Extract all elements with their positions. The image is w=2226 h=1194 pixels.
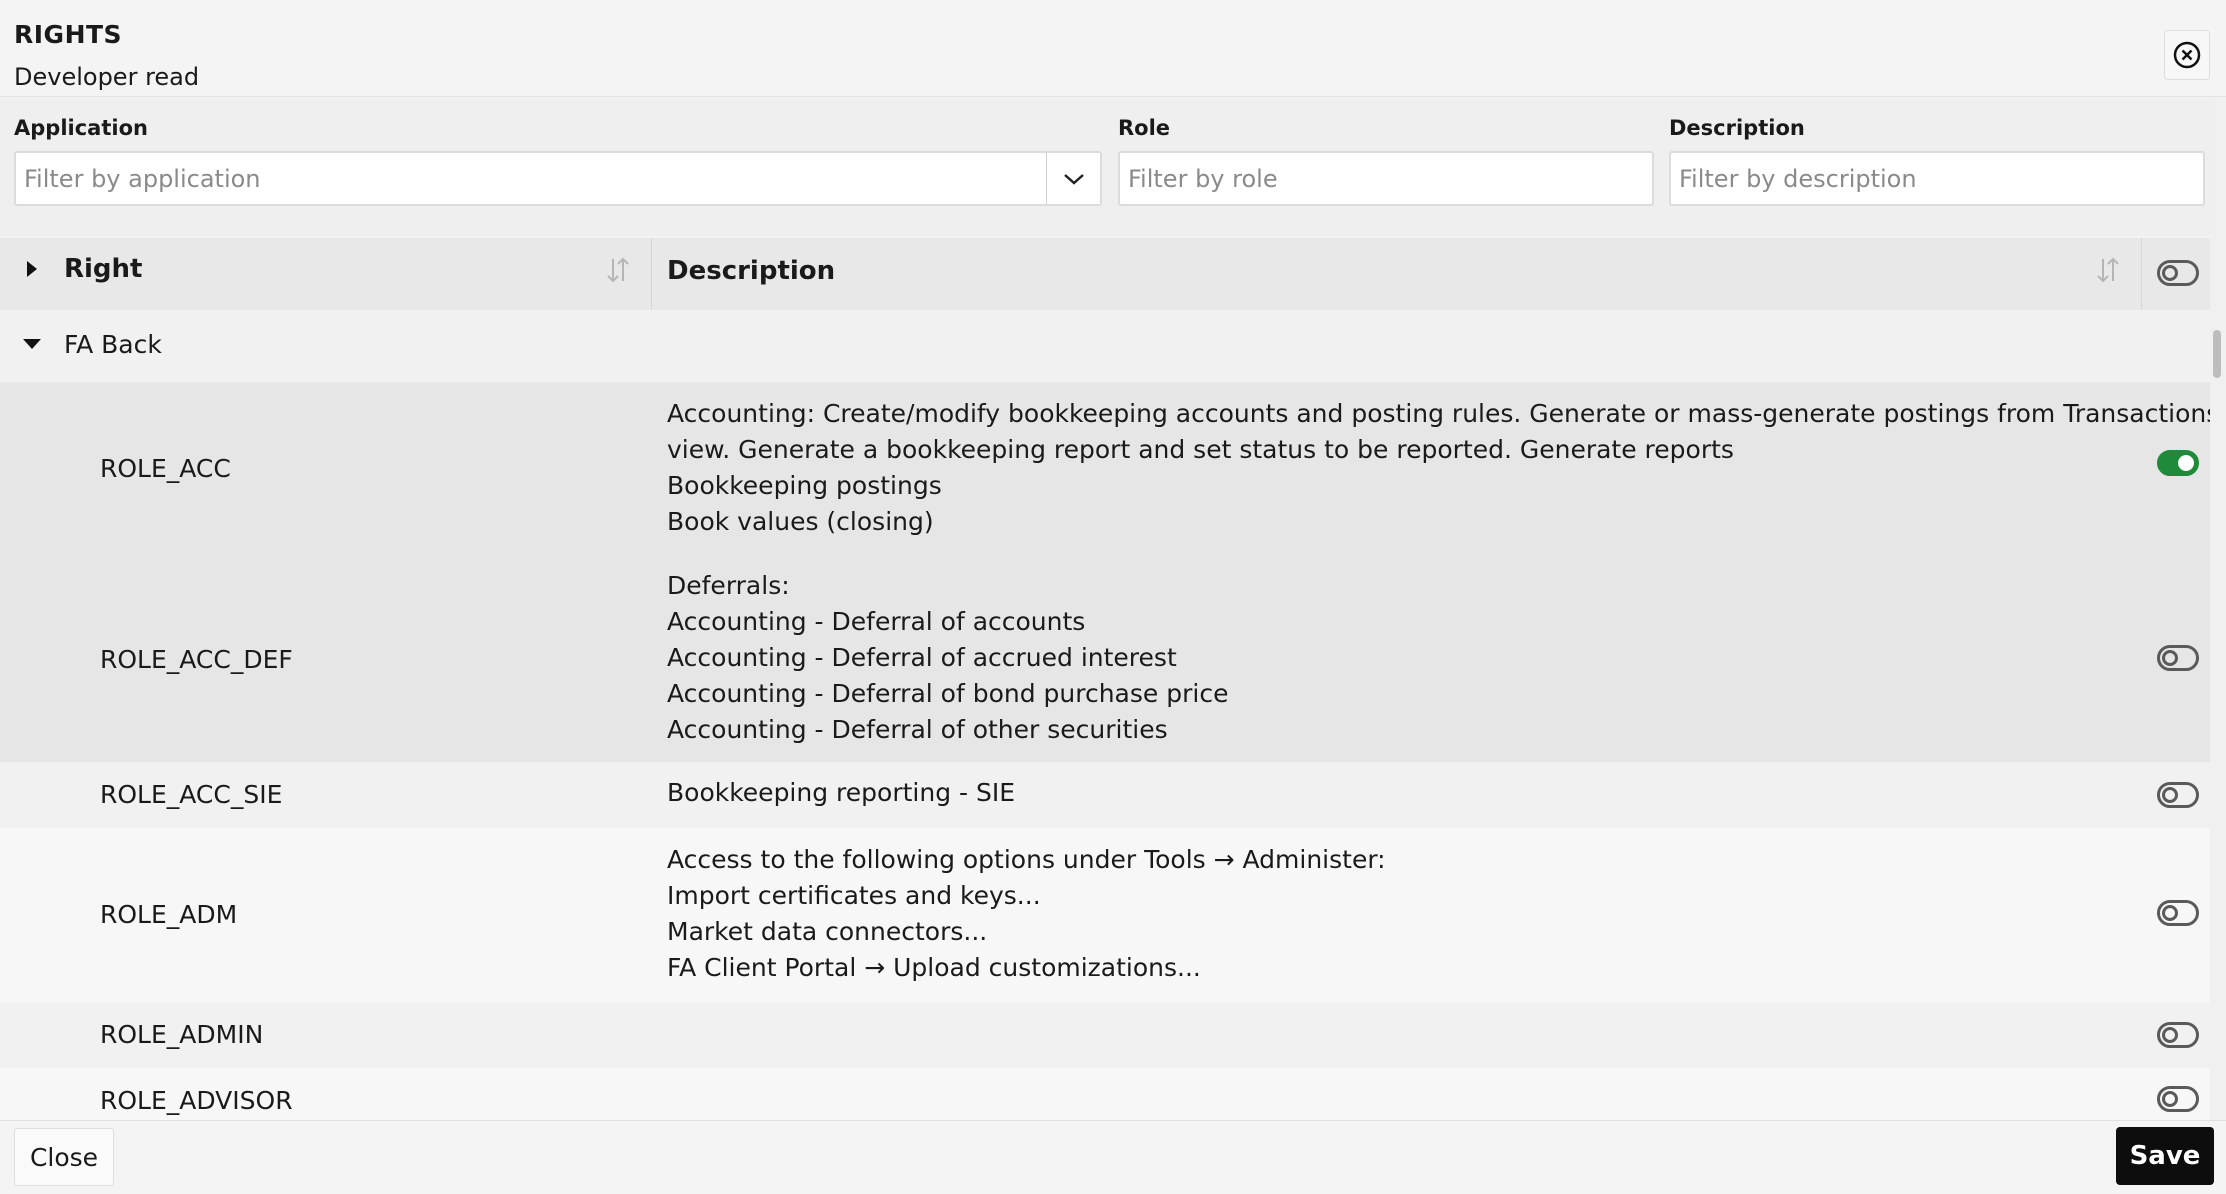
dialog-subtitle: Developer read — [14, 63, 200, 91]
toggle-all-switch[interactable] — [2157, 260, 2199, 286]
right-enabled-toggle[interactable] — [2157, 1086, 2199, 1112]
group-row[interactable] — [0, 311, 2210, 381]
right-description: Bookkeeping reporting - SIE — [667, 778, 1016, 807]
right-name: ROLE_ADVISOR — [100, 1086, 293, 1115]
close-circle-icon — [2173, 41, 2201, 69]
close-dialog-button[interactable] — [2164, 30, 2210, 80]
column-divider — [651, 238, 652, 310]
right-name: ROLE_ADM — [100, 900, 238, 929]
table-row[interactable]: ROLE_ACC_DEF Deferrals: Accounting - Def… — [0, 563, 2210, 762]
table-row[interactable]: ROLE_ACC Accounting: Create/modify bookk… — [0, 382, 2219, 563]
close-button[interactable]: Close — [14, 1128, 114, 1186]
table-header — [0, 238, 2210, 310]
sort-icon[interactable] — [603, 255, 633, 285]
right-description: Accounting: Create/modify bookkeeping ac… — [667, 399, 2220, 536]
scrollbar-track[interactable] — [2210, 98, 2226, 1120]
group-label: FA Back — [64, 330, 162, 359]
role-filter-label: Role — [1118, 116, 1171, 140]
right-name: ROLE_ACC — [100, 454, 231, 483]
dialog-title: RIGHTS — [14, 20, 123, 49]
expand-all-caret-icon[interactable] — [24, 258, 40, 280]
sort-icon[interactable] — [2093, 255, 2123, 285]
scrollbar-thumb[interactable] — [2213, 330, 2221, 378]
description-filter-label: Description — [1669, 116, 1805, 140]
dialog-header — [0, 0, 2226, 97]
right-description: Access to the following options under To… — [667, 845, 1386, 982]
right-enabled-toggle[interactable] — [2157, 450, 2199, 476]
column-divider — [2141, 238, 2142, 310]
column-header-right[interactable]: Right — [64, 254, 142, 284]
right-enabled-toggle[interactable] — [2157, 645, 2199, 671]
table-row[interactable]: ROLE_ADMIN — [0, 1002, 2210, 1068]
table-row[interactable]: ROLE_ADVISOR — [0, 1068, 2210, 1120]
collapse-caret-icon[interactable] — [21, 337, 43, 351]
right-name: ROLE_ADMIN — [100, 1020, 264, 1049]
right-enabled-toggle[interactable] — [2157, 900, 2199, 926]
right-name: ROLE_ACC_DEF — [100, 645, 293, 674]
right-name: ROLE_ACC_SIE — [100, 780, 283, 809]
right-description: Deferrals: Accounting - Deferral of acco… — [667, 571, 1229, 744]
save-button[interactable]: Save — [2116, 1127, 2214, 1185]
table-row[interactable]: ROLE_ACC_SIE Bookkeeping reporting - SIE — [0, 762, 2210, 828]
dialog-footer — [0, 1120, 2226, 1194]
chevron-down-icon — [1063, 173, 1084, 185]
column-header-description[interactable]: Description — [667, 256, 835, 286]
application-filter-input[interactable] — [14, 151, 1102, 206]
application-filter-label: Application — [14, 116, 148, 140]
right-enabled-toggle[interactable] — [2157, 1022, 2199, 1048]
description-filter-input[interactable] — [1669, 151, 2205, 206]
application-dropdown-button[interactable] — [1046, 153, 1100, 204]
table-row[interactable]: ROLE_ADM Access to the following options… — [0, 828, 2210, 1002]
role-filter-input[interactable] — [1118, 151, 1654, 206]
right-enabled-toggle[interactable] — [2157, 782, 2199, 808]
